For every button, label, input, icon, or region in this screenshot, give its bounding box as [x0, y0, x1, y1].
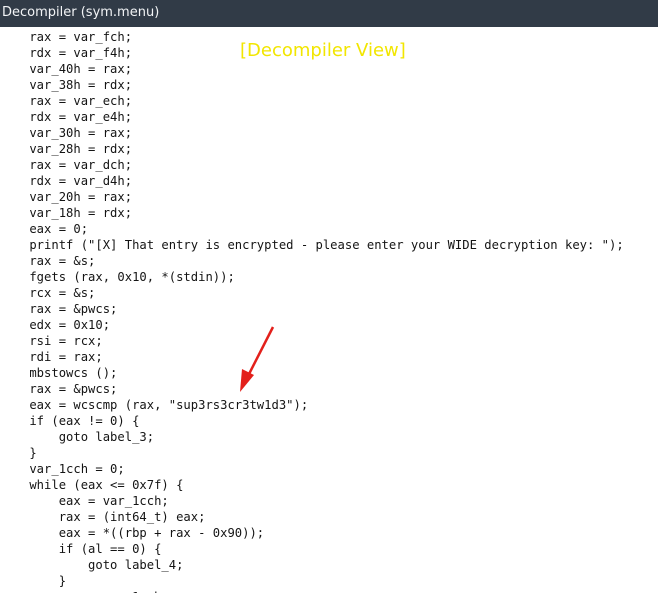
code-line: while (eax <= 0x7f) { [0, 478, 184, 492]
code-line: rdx = var_d4h; [0, 174, 133, 188]
code-line: var_30h = rax; [0, 126, 133, 140]
code-line: rax = &pwcs; [0, 302, 118, 316]
code-line: var_28h = rdx; [0, 142, 133, 156]
code-line: var_40h = rax; [0, 62, 133, 76]
code-line: printf ("[X] That entry is encrypted - p… [0, 238, 624, 252]
code-line: mbstowcs (); [0, 366, 118, 380]
code-line: rax = var_ech; [0, 94, 133, 108]
code-line: } [0, 446, 37, 460]
code-line: var_18h = rdx; [0, 206, 133, 220]
window-title: Decompiler (sym.menu) [2, 5, 160, 20]
code-line: } [0, 574, 67, 588]
code-line: var_38h = rdx; [0, 78, 133, 92]
code-line: eax = *((rbp + rax - 0x90)); [0, 526, 265, 540]
code-line: rcx = &s; [0, 286, 96, 300]
code-line: rax = (int64_t) eax; [0, 510, 206, 524]
code-line: edx = 0x10; [0, 318, 111, 332]
code-line: var_1cch = 0; [0, 462, 125, 476]
code-line: rdi = rax; [0, 350, 103, 364]
code-line: if (al == 0) { [0, 542, 162, 556]
code-line: var_20h = rax; [0, 190, 133, 204]
decompiler-view-annotation: [Decompiler View] [240, 40, 406, 61]
code-line: rax = &pwcs; [0, 382, 118, 396]
code-line: goto label_4; [0, 558, 184, 572]
code-line: rax = &s; [0, 254, 96, 268]
window-titlebar[interactable]: Decompiler (sym.menu) [0, 0, 658, 27]
code-line: rax = var_fch; [0, 30, 133, 44]
code-line: eax = var_1cch; [0, 494, 169, 508]
code-line: fgets (rax, 0x10, *(stdin)); [0, 270, 235, 284]
code-line: eax = 0; [0, 222, 89, 236]
code-line: if (eax != 0) { [0, 414, 140, 428]
code-line: eax = var_1cch; [0, 589, 169, 593]
code-line: rax = var_dch; [0, 158, 133, 172]
decompiler-code-view[interactable]: rax = var_fch; rdx = var_f4h; var_40h = … [0, 27, 658, 593]
code-line: goto label_3; [0, 430, 155, 444]
code-line: rsi = rcx; [0, 334, 103, 348]
code-line: eax = wcscmp (rax, "sup3rs3cr3tw1d3"); [0, 398, 309, 412]
code-line: rdx = var_e4h; [0, 110, 133, 124]
code-line: rdx = var_f4h; [0, 46, 133, 60]
